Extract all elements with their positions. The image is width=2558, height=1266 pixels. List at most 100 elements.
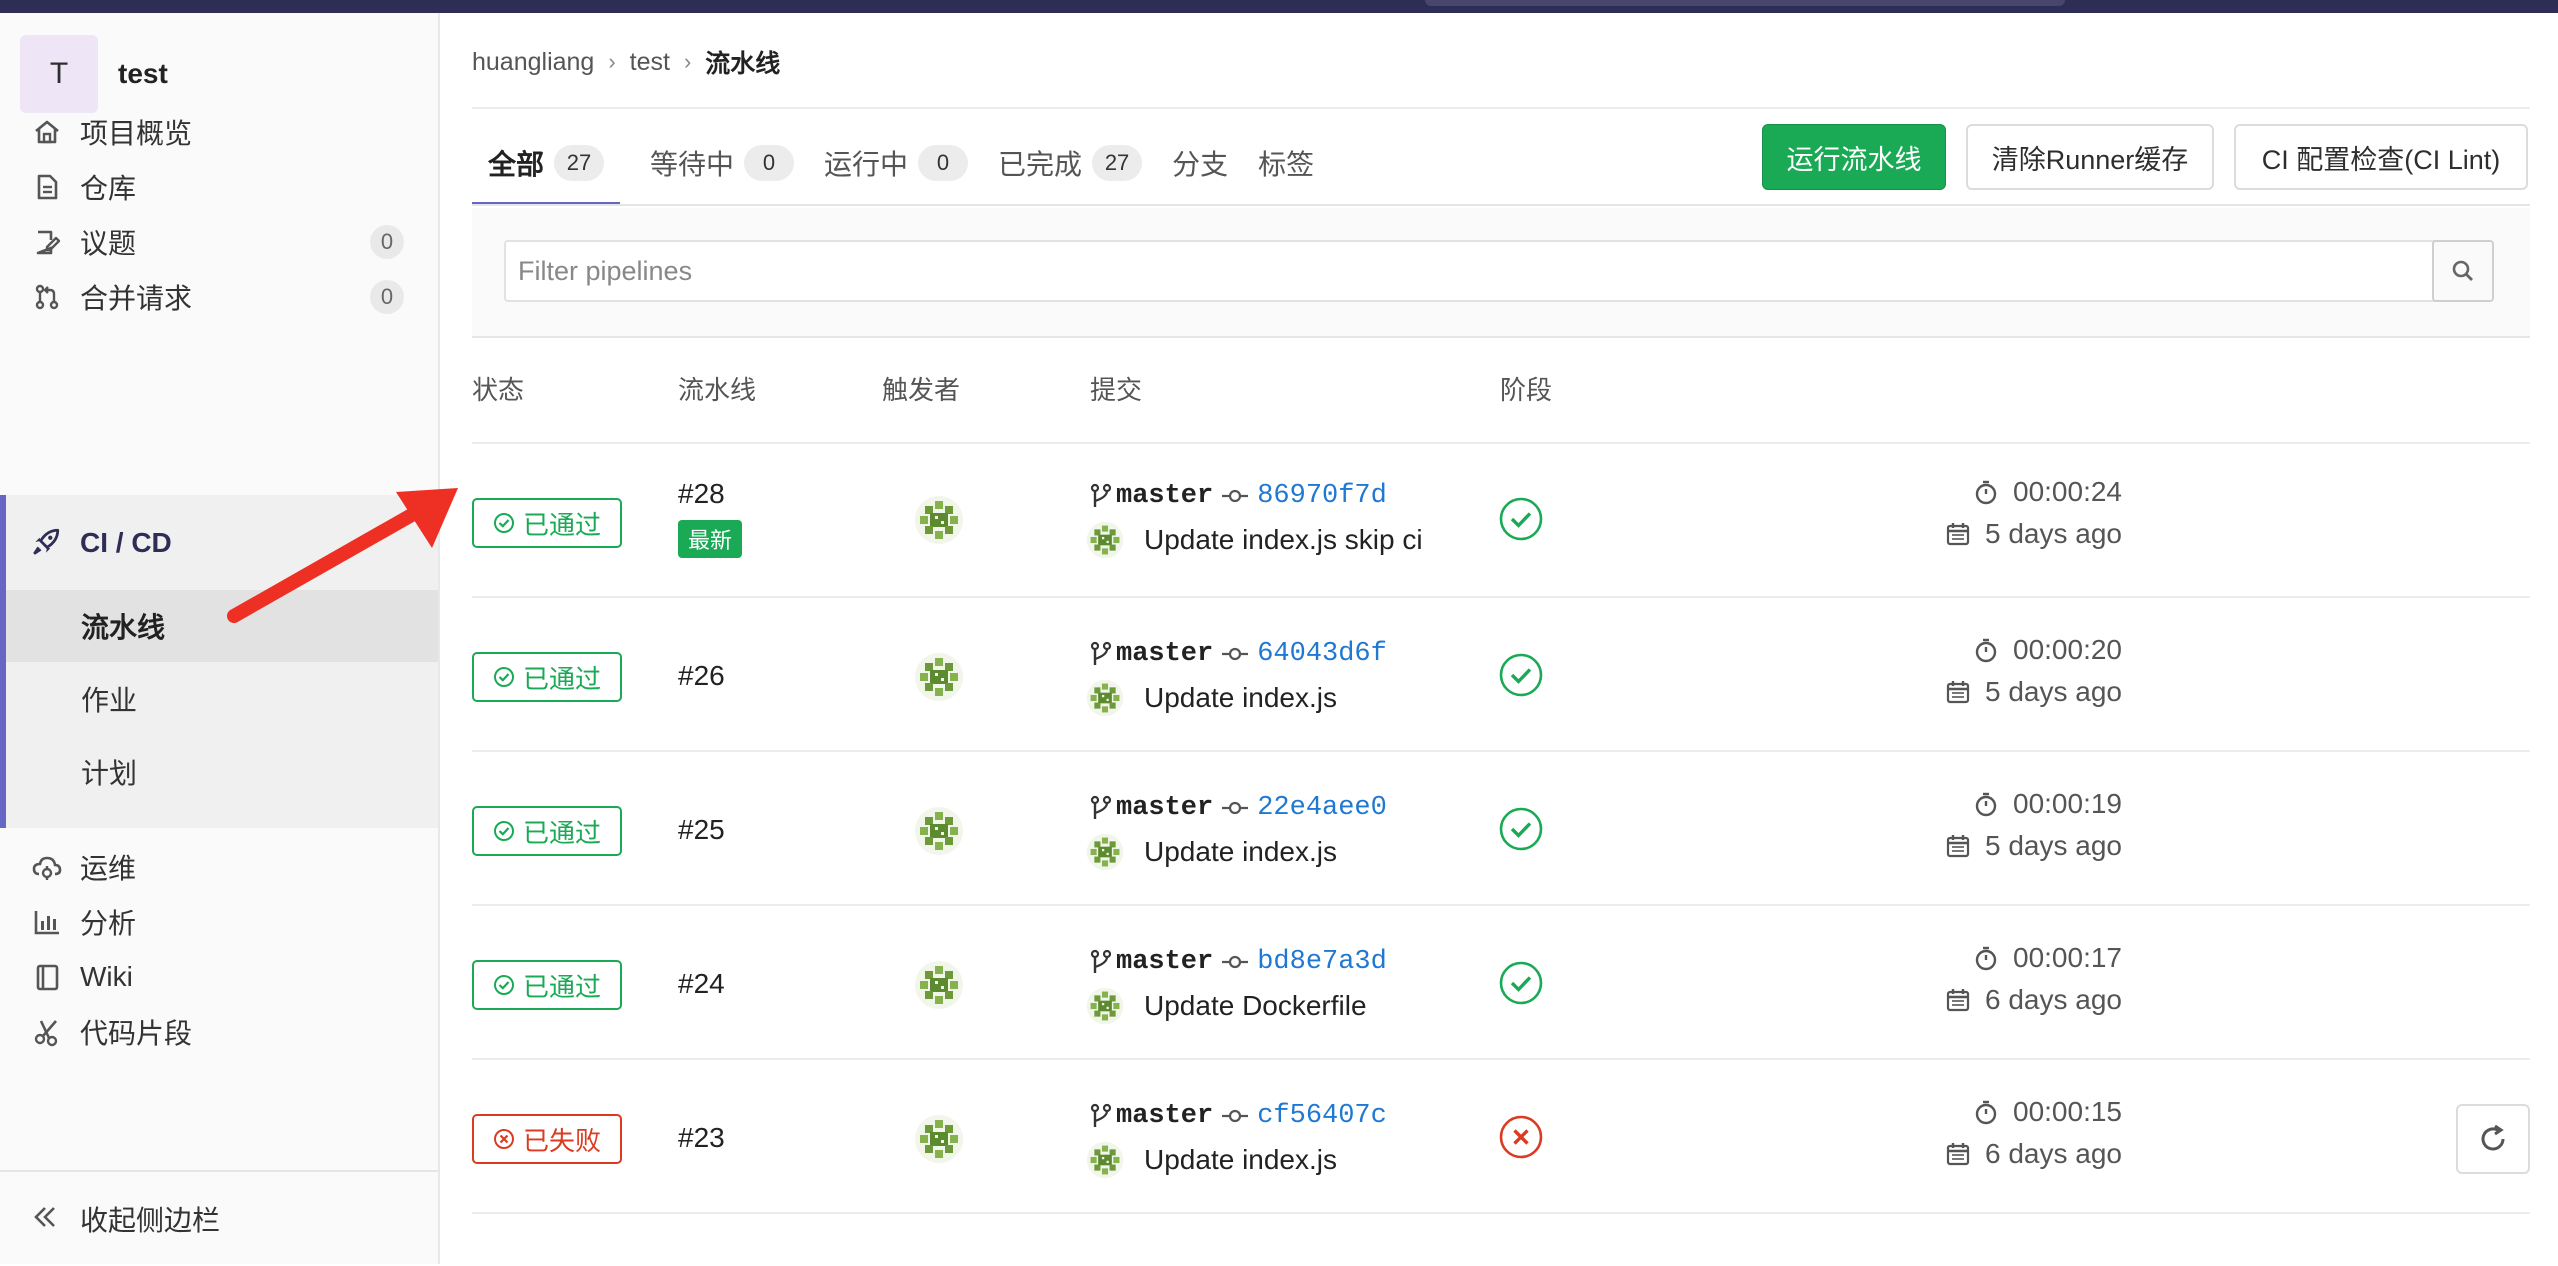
pipeline-duration: 00:00:20 bbox=[1973, 634, 2122, 666]
sidebar-item-label: CI / CD bbox=[80, 526, 172, 558]
commit-icon bbox=[1222, 647, 1249, 661]
finished-time-value: 5 days ago bbox=[1985, 676, 2122, 707]
commit-message-link[interactable]: Update index.js bbox=[1144, 1144, 1337, 1176]
duration-value: 00:00:19 bbox=[2013, 788, 2122, 819]
pipeline-id-link[interactable]: #24 bbox=[678, 968, 725, 1000]
branch-icon bbox=[1090, 641, 1112, 665]
merge-requests-count-badge: 0 bbox=[370, 280, 404, 314]
ci-lint-button[interactable]: CI 配置检查(CI Lint) bbox=[2234, 124, 2528, 190]
commit-message-link[interactable]: Update index.js skip ci bbox=[1144, 524, 1423, 556]
sidebar-item-merge-requests[interactable]: 合并请求 0 bbox=[0, 261, 438, 333]
tab-label: 分支 bbox=[1172, 149, 1229, 180]
pipeline-id-link[interactable]: #23 bbox=[678, 1122, 725, 1154]
commit-sha-link[interactable]: bd8e7a3d bbox=[1257, 947, 1387, 977]
stage-failed-icon[interactable] bbox=[1498, 1114, 1544, 1160]
status-badge[interactable]: 已通过 bbox=[472, 960, 622, 1010]
commit-author-avatar[interactable] bbox=[1086, 679, 1124, 717]
tab-running[interactable]: 运行中 0 bbox=[824, 120, 969, 206]
tab-label: 全部 bbox=[488, 149, 545, 180]
table-row: 已失败 #23 master cf56407c Update index.js … bbox=[472, 1058, 2530, 1214]
chart-icon bbox=[30, 905, 64, 939]
tab-count-badge: 27 bbox=[554, 145, 605, 181]
pipeline-finished-at: 5 days ago bbox=[1945, 830, 2122, 862]
header-stages: 阶段 bbox=[1500, 375, 1553, 405]
commit-message-link[interactable]: Update index.js bbox=[1144, 836, 1337, 868]
commit-sha-link[interactable]: 64043d6f bbox=[1257, 639, 1387, 669]
branch-name-link[interactable]: master bbox=[1116, 793, 1213, 823]
sidebar-item-snippets[interactable]: 代码片段 bbox=[0, 996, 438, 1068]
run-pipeline-button[interactable]: 运行流水线 bbox=[1762, 124, 1946, 190]
pipeline-id-link[interactable]: #28 bbox=[678, 478, 725, 510]
duration-value: 00:00:20 bbox=[2013, 634, 2122, 665]
status-label: 已通过 bbox=[522, 509, 601, 540]
status-badge[interactable]: 已通过 bbox=[472, 498, 622, 548]
commit-title: Update Dockerfile bbox=[1086, 986, 1367, 1026]
commit-sha-link[interactable]: cf56407c bbox=[1257, 1101, 1387, 1131]
pipeline-id-link[interactable]: #26 bbox=[678, 660, 725, 692]
finished-time-value: 6 days ago bbox=[1985, 1138, 2122, 1169]
sidebar-subitem-schedules[interactable]: 计划 bbox=[6, 736, 438, 808]
status-badge[interactable]: 已通过 bbox=[472, 806, 622, 856]
pipeline-finished-at: 5 days ago bbox=[1945, 676, 2122, 708]
stage-passed-icon[interactable] bbox=[1498, 496, 1544, 542]
commit-sha-link[interactable]: 86970f7d bbox=[1257, 481, 1387, 511]
calendar-icon bbox=[1946, 681, 1970, 704]
trigger-user-avatar[interactable] bbox=[914, 495, 964, 545]
tab-pending[interactable]: 等待中 0 bbox=[650, 120, 795, 206]
commit-title: Update index.js bbox=[1086, 678, 1337, 718]
sidebar-item-label: 代码片段 bbox=[80, 1018, 193, 1049]
breadcrumb-current[interactable]: 流水线 bbox=[705, 44, 780, 80]
pipeline-scope-tabs: 全部 27 等待中 0 运行中 0 已完成 27 分支 标签 bbox=[472, 120, 1344, 206]
branch-name-link[interactable]: master bbox=[1116, 639, 1213, 669]
collapse-sidebar-button[interactable]: 收起侧边栏 bbox=[0, 1170, 438, 1266]
status-label: 已通过 bbox=[522, 971, 601, 1002]
commit-message-link[interactable]: Update Dockerfile bbox=[1144, 990, 1367, 1022]
sidebar-subitem-jobs[interactable]: 作业 bbox=[6, 663, 438, 735]
duration-value: 00:00:24 bbox=[2013, 476, 2122, 507]
stage-passed-icon[interactable] bbox=[1498, 960, 1544, 1006]
project-name: test bbox=[118, 58, 168, 89]
trigger-user-avatar[interactable] bbox=[914, 806, 964, 856]
trigger-user-avatar[interactable] bbox=[914, 960, 964, 1010]
x-circle-icon bbox=[493, 1129, 514, 1149]
sidebar-item-label: Wiki bbox=[80, 961, 133, 992]
stage-passed-icon[interactable] bbox=[1498, 806, 1544, 852]
navbar-search-field[interactable] bbox=[1425, 0, 2065, 6]
stage-passed-icon[interactable] bbox=[1498, 652, 1544, 698]
commit-author-avatar[interactable] bbox=[1086, 833, 1124, 871]
breadcrumb-project[interactable]: test bbox=[630, 48, 670, 77]
commit-author-avatar[interactable] bbox=[1086, 987, 1124, 1025]
trigger-user-avatar[interactable] bbox=[914, 652, 964, 702]
branch-name-link[interactable]: master bbox=[1116, 481, 1213, 511]
pipeline-id-link[interactable]: #25 bbox=[678, 814, 725, 846]
tab-label: 已完成 bbox=[998, 149, 1083, 180]
commit-author-avatar[interactable] bbox=[1086, 521, 1124, 559]
scissors-icon bbox=[30, 1015, 64, 1049]
tab-branches[interactable]: 分支 bbox=[1172, 120, 1228, 206]
status-badge[interactable]: 已失败 bbox=[472, 1114, 622, 1164]
pipeline-duration: 00:00:24 bbox=[1973, 476, 2122, 508]
search-button[interactable] bbox=[2432, 240, 2494, 302]
issues-count-badge: 0 bbox=[370, 225, 404, 259]
check-circle-icon bbox=[493, 513, 514, 533]
filter-pipelines-input[interactable]: Filter pipelines bbox=[504, 240, 2436, 302]
status-badge[interactable]: 已通过 bbox=[472, 652, 622, 702]
tab-count-badge: 27 bbox=[1092, 145, 1143, 181]
tab-all[interactable]: 全部 27 bbox=[472, 120, 621, 206]
commit-sha-link[interactable]: 22e4aee0 bbox=[1257, 793, 1387, 823]
trigger-user-avatar[interactable] bbox=[914, 1114, 964, 1164]
clear-runner-cache-button[interactable]: 清除Runner缓存 bbox=[1966, 124, 2214, 190]
tab-finished[interactable]: 已完成 27 bbox=[998, 120, 1143, 206]
commit-author-avatar[interactable] bbox=[1086, 1141, 1124, 1179]
cloud-gear-icon bbox=[30, 850, 64, 884]
tab-label: 运行中 bbox=[824, 149, 909, 180]
branch-name-link[interactable]: master bbox=[1116, 947, 1213, 977]
retry-pipeline-button[interactable] bbox=[2456, 1104, 2530, 1174]
tab-tags[interactable]: 标签 bbox=[1258, 120, 1314, 206]
branch-name-link[interactable]: master bbox=[1116, 1101, 1213, 1131]
tab-count-badge: 0 bbox=[744, 145, 795, 181]
annotation-arrow-icon bbox=[227, 488, 458, 623]
commit-message-link[interactable]: Update index.js bbox=[1144, 682, 1337, 714]
check-circle-icon bbox=[493, 821, 514, 841]
breadcrumb-user[interactable]: huangliang bbox=[472, 48, 594, 77]
